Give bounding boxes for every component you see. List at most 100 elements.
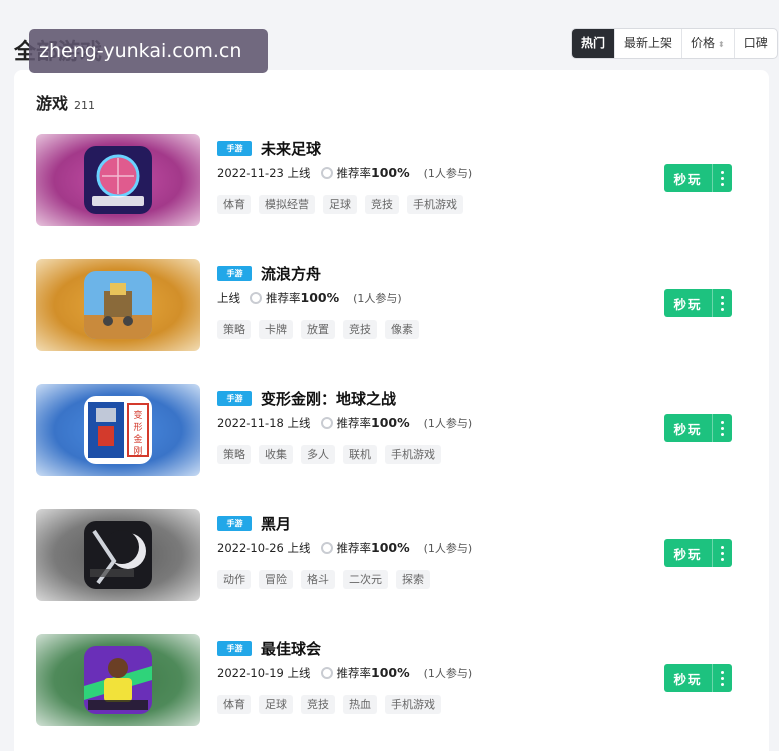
recommend-value: 100% <box>371 540 410 555</box>
play-label: 秒玩 <box>673 671 703 687</box>
sort-tab-newest[interactable]: 最新上架 <box>615 29 683 58</box>
tag[interactable]: 手机游戏 <box>385 695 441 714</box>
more-options-icon[interactable] <box>712 664 732 692</box>
game-icon-ark <box>84 271 152 339</box>
tag[interactable]: 卡牌 <box>259 320 293 339</box>
tag[interactable]: 体育 <box>217 195 251 214</box>
tag[interactable]: 体育 <box>217 695 251 714</box>
tag[interactable]: 收集 <box>259 445 293 464</box>
game-cover[interactable]: 变形金刚 <box>36 384 200 476</box>
game-row: 手游 黑月 2022-10-26 上线 推荐率100% (1人参与) 动作 冒险… <box>36 509 746 634</box>
game-cover[interactable] <box>36 634 200 726</box>
recommend-rate: 推荐率100% <box>337 665 410 681</box>
release-date: 2022-11-18 上线 <box>217 416 311 430</box>
tag-list: 体育 模拟经营 足球 竞技 手机游戏 <box>217 195 472 214</box>
mobile-game-badge: 手游 <box>217 140 252 156</box>
release-date: 2022-10-26 上线 <box>217 541 311 555</box>
game-info: 手游 流浪方舟 上线 推荐率100% (1人参与) 策略 卡牌 放置 竞技 像素 <box>217 262 427 339</box>
sort-tab-hot[interactable]: 热门 <box>572 29 616 58</box>
game-name[interactable]: 黑月 <box>261 513 291 534</box>
tag[interactable]: 冒险 <box>259 570 293 589</box>
participant-count: (1人参与) <box>353 292 402 305</box>
mobile-game-badge: 手游 <box>217 390 252 406</box>
recommend-icon <box>320 667 333 679</box>
tag[interactable]: 策略 <box>217 320 251 339</box>
tag[interactable]: 动作 <box>217 570 251 589</box>
tag[interactable]: 手机游戏 <box>385 445 441 464</box>
recommend-value: 100% <box>371 415 410 430</box>
participant-count: (1人参与) <box>423 542 473 555</box>
svg-text:形: 形 <box>133 421 142 433</box>
instant-play-button[interactable]: 秒玩 <box>664 414 732 442</box>
recommend-icon <box>320 417 333 429</box>
tag[interactable]: 放置 <box>301 320 335 339</box>
play-label: 秒玩 <box>673 546 703 562</box>
game-cover[interactable] <box>36 134 200 226</box>
sort-tab-label: 热门 <box>581 36 606 50</box>
tag[interactable]: 竞技 <box>365 195 399 214</box>
play-label: 秒玩 <box>673 296 703 312</box>
svg-text:变: 变 <box>133 409 142 421</box>
game-name[interactable]: 未来足球 <box>261 138 321 159</box>
recommend-rate: 推荐率100% <box>266 290 339 306</box>
game-panel: 游戏 211 手游 未来足球 2022-11-23 上线 推荐率100% (1人… <box>14 70 769 751</box>
tag[interactable]: 竞技 <box>301 695 335 714</box>
recommend-label: 推荐率 <box>336 166 372 180</box>
play-label: 秒玩 <box>673 171 703 187</box>
tag[interactable]: 足球 <box>323 195 357 214</box>
sort-tab-reputation[interactable]: 口碑 <box>735 29 777 58</box>
game-icon-club <box>84 646 152 714</box>
tag-list: 策略 卡牌 放置 竞技 像素 <box>217 320 427 339</box>
recommend-value: 100% <box>300 290 340 305</box>
participant-count: (1人参与) <box>423 667 473 680</box>
release-date: 2022-11-23 上线 <box>217 166 311 180</box>
game-info: 手游 变形金刚：地球之战 2022-11-18 上线 推荐率100% (1人参与… <box>217 387 472 464</box>
tag[interactable]: 像素 <box>385 320 419 339</box>
more-options-icon[interactable] <box>712 289 732 317</box>
tag[interactable]: 二次元 <box>343 570 388 589</box>
section-count: 211 <box>74 99 96 112</box>
recommend-icon <box>320 167 333 179</box>
tag[interactable]: 手机游戏 <box>407 195 463 214</box>
tag[interactable]: 多人 <box>301 445 335 464</box>
game-icon-moon <box>84 521 152 589</box>
instant-play-button[interactable]: 秒玩 <box>664 664 732 692</box>
sort-arrows-icon: ⬍ <box>718 40 725 49</box>
game-name[interactable]: 最佳球会 <box>261 638 321 659</box>
tag[interactable]: 热血 <box>343 695 377 714</box>
game-cover[interactable] <box>36 259 200 351</box>
sort-tab-label: 价格 <box>691 36 716 50</box>
game-icon-robot: 变形金刚 <box>84 396 152 464</box>
sort-tab-price[interactable]: 价格 ⬍ <box>682 29 735 58</box>
recommend-label: 推荐率 <box>336 541 372 555</box>
release-date: 上线 <box>217 291 240 305</box>
section-title: 游戏 <box>36 90 68 114</box>
tag[interactable]: 足球 <box>259 695 293 714</box>
recommend-icon <box>320 542 333 554</box>
tag[interactable]: 模拟经营 <box>259 195 315 214</box>
tag[interactable]: 策略 <box>217 445 251 464</box>
game-name[interactable]: 流浪方舟 <box>261 263 321 284</box>
recommend-icon <box>250 292 262 304</box>
tag[interactable]: 探索 <box>396 570 430 589</box>
game-row: 手游 未来足球 2022-11-23 上线 推荐率100% (1人参与) 体育 … <box>36 134 746 259</box>
svg-text:刚: 刚 <box>133 446 142 457</box>
participant-count: (1人参与) <box>423 167 473 180</box>
mobile-game-badge: 手游 <box>217 640 252 656</box>
more-options-icon[interactable] <box>712 164 732 192</box>
recommend-value: 100% <box>371 665 410 680</box>
game-name[interactable]: 变形金刚：地球之战 <box>261 388 396 409</box>
tag[interactable]: 竞技 <box>343 320 377 339</box>
tag-list: 动作 冒险 格斗 二次元 探索 <box>217 570 472 589</box>
game-info: 手游 未来足球 2022-11-23 上线 推荐率100% (1人参与) 体育 … <box>217 137 472 214</box>
game-cover[interactable] <box>36 509 200 601</box>
recommend-label: 推荐率 <box>266 291 301 305</box>
more-options-icon[interactable] <box>712 539 732 567</box>
tag[interactable]: 联机 <box>343 445 377 464</box>
instant-play-button[interactable]: 秒玩 <box>664 289 732 317</box>
more-options-icon[interactable] <box>712 414 732 442</box>
instant-play-button[interactable]: 秒玩 <box>664 164 732 192</box>
tag[interactable]: 格斗 <box>301 570 335 589</box>
sort-tabs: 热门 最新上架 价格 ⬍ 口碑 <box>571 28 778 59</box>
instant-play-button[interactable]: 秒玩 <box>664 539 732 567</box>
